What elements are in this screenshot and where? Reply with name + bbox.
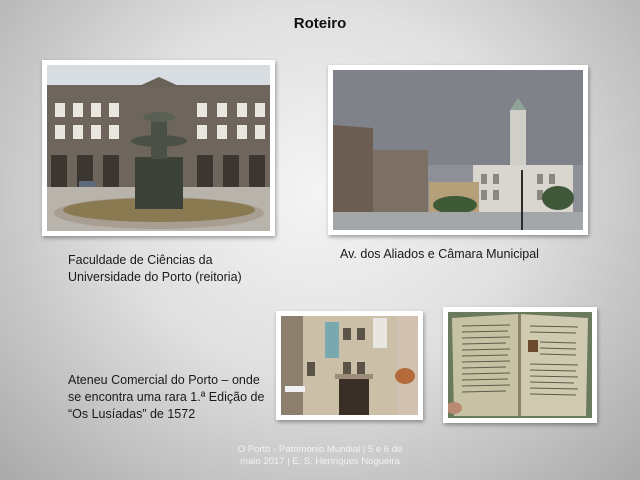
photo-faculdade-ciencias	[42, 60, 275, 236]
slide-footer: O Porto - Património Mundial | 5 e 6 de …	[225, 444, 415, 468]
photo-lusiadas-book	[443, 307, 597, 423]
caption-ateneu-line1: Ateneu Comercial do Porto – onde	[68, 373, 260, 387]
slide-title: Roteiro	[293, 15, 347, 32]
photo-avenida-aliados	[328, 65, 588, 235]
caption-ateneu-line2: se encontra uma rara 1.ª Edição de	[68, 390, 265, 404]
caption-faculdade-line2: Universidade do Porto (reitoria)	[68, 270, 242, 284]
footer-line1: O Porto - Património Mundial | 5 e 6 de	[237, 444, 403, 455]
caption-ateneu-line3: “Os Lusíadas” de 1572	[68, 407, 196, 421]
photo-ateneu-comercial	[276, 311, 423, 420]
caption-faculdade-line1: Faculdade de Ciências da	[68, 253, 213, 267]
caption-ateneu: Ateneu Comercial do Porto – onde se enco…	[68, 372, 264, 423]
caption-faculdade: Faculdade de Ciências da Universidade do…	[68, 252, 242, 286]
footer-line2: maio 2017 | E. S. Henriques Nogueira	[240, 456, 400, 467]
caption-aliados: Av. dos Aliados e Câmara Municipal	[340, 247, 539, 261]
